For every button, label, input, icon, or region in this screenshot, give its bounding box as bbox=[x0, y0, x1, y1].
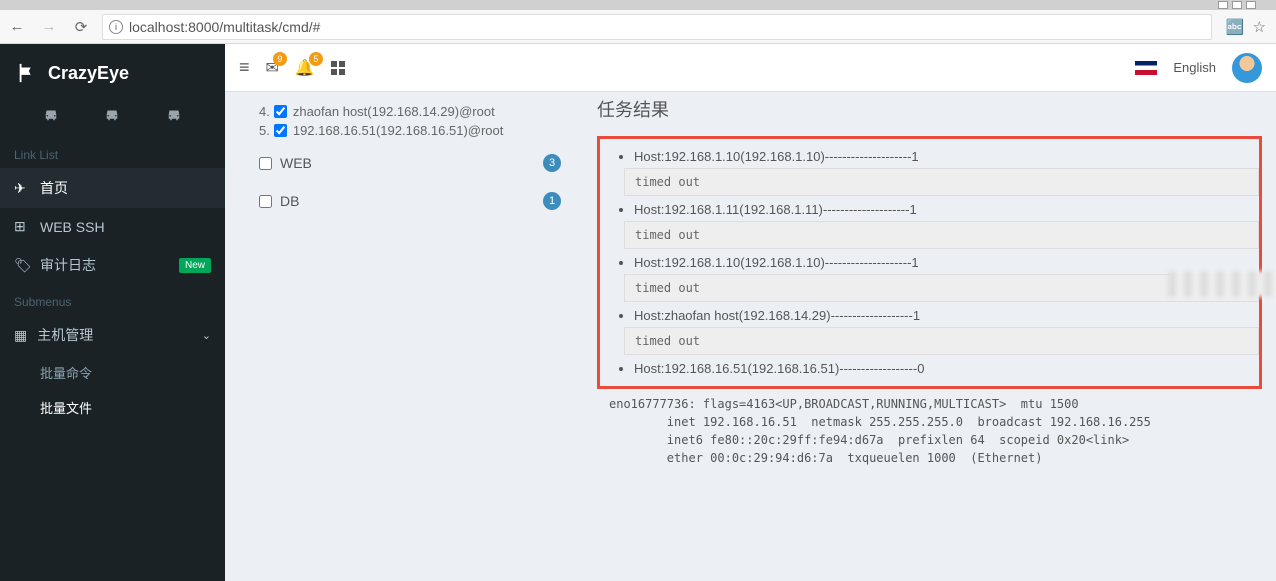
car-icon[interactable] bbox=[101, 106, 123, 124]
url-input[interactable]: i localhost:8000/multitask/cmd/# bbox=[102, 14, 1212, 40]
car-icon[interactable] bbox=[40, 106, 62, 124]
nav-home-label: 首页 bbox=[40, 178, 68, 198]
new-badge: New bbox=[179, 258, 211, 273]
sidebar: CrazyEye Link List ✈ 首页 ⊞ WEB SSH 🏷 审计日志… bbox=[0, 44, 225, 581]
plane-icon: ✈ bbox=[14, 180, 30, 197]
menu-toggle-icon[interactable]: ≡ bbox=[239, 57, 250, 78]
row-num: 5. bbox=[259, 123, 270, 138]
group-checkbox[interactable] bbox=[259, 195, 272, 208]
forward-button: → bbox=[38, 16, 60, 38]
nav-audit-label: 审计日志 bbox=[40, 255, 96, 275]
result-item: Host:192.168.1.10(192.168.1.10)---------… bbox=[634, 149, 1251, 196]
host-row-5: 5. 192.168.16.51(192.168.16.51)@root bbox=[247, 121, 567, 140]
host-text: 192.168.16.51(192.168.16.51)@root bbox=[293, 123, 504, 138]
brand-text: CrazyEye bbox=[48, 63, 129, 84]
max-icon[interactable] bbox=[1232, 1, 1242, 9]
redacted-region bbox=[1168, 271, 1276, 297]
flag-icon bbox=[16, 62, 38, 84]
main: ≡ ✉9 🔔5 English 4. zhaofan host(192.168.… bbox=[225, 44, 1276, 581]
window-controls bbox=[0, 0, 1276, 10]
host-row-4: 4. zhaofan host(192.168.14.29)@root bbox=[247, 102, 567, 121]
host-checkbox[interactable] bbox=[274, 124, 287, 137]
min-icon[interactable] bbox=[1218, 1, 1228, 9]
result-item: Host:192.168.16.51(192.168.16.51)-------… bbox=[634, 361, 1251, 376]
mail-badge: 9 bbox=[273, 52, 287, 66]
close-win-icon[interactable] bbox=[1246, 1, 1256, 9]
nav-webssh-label: WEB SSH bbox=[40, 219, 105, 235]
nav-hostmgmt[interactable]: ▦ 主机管理 ⌄ bbox=[0, 315, 225, 355]
group-db[interactable]: DB 1 bbox=[247, 178, 567, 216]
apps-icon[interactable] bbox=[331, 61, 345, 75]
result-item: Host:zhaofan host(192.168.14.29)--------… bbox=[634, 308, 1251, 355]
topbar: ≡ ✉9 🔔5 English bbox=[225, 44, 1276, 92]
tag-icon: 🏷 bbox=[14, 257, 30, 274]
nav-audit[interactable]: 🏷 审计日志 New bbox=[0, 245, 225, 285]
group-label: DB bbox=[280, 193, 299, 209]
result-header: Host:192.168.16.51(192.168.16.51)-------… bbox=[634, 361, 1251, 376]
quick-icons bbox=[0, 98, 225, 138]
bell-icon[interactable]: 🔔5 bbox=[295, 58, 315, 78]
translate-icon[interactable]: 🔤 bbox=[1226, 18, 1245, 36]
nav-home[interactable]: ✈ 首页 bbox=[0, 168, 225, 208]
star-icon[interactable]: ☆ bbox=[1253, 18, 1266, 36]
group-count: 1 bbox=[543, 192, 561, 210]
host-checkbox[interactable] bbox=[274, 105, 287, 118]
result-output: timed out bbox=[624, 168, 1259, 196]
host-panel: 4. zhaofan host(192.168.14.29)@root 5. 1… bbox=[247, 92, 567, 581]
nav-hostmgmt-label: 主机管理 bbox=[37, 325, 93, 345]
nav-webssh[interactable]: ⊞ WEB SSH bbox=[0, 208, 225, 245]
result-output: timed out bbox=[624, 221, 1259, 249]
bell-badge: 5 bbox=[309, 52, 323, 66]
host-text: zhaofan host(192.168.14.29)@root bbox=[293, 104, 495, 119]
mail-icon[interactable]: ✉9 bbox=[266, 58, 279, 78]
network-output: eno16777736: flags=4163<UP,BROADCAST,RUN… bbox=[597, 395, 1262, 467]
result-output: timed out bbox=[624, 274, 1259, 302]
result-header: Host:zhaofan host(192.168.14.29)--------… bbox=[634, 308, 1251, 323]
section-linklist: Link List bbox=[0, 138, 225, 168]
group-checkbox[interactable] bbox=[259, 157, 272, 170]
result-header: Host:192.168.1.10(192.168.1.10)---------… bbox=[634, 255, 1251, 270]
reload-button[interactable]: ⟳ bbox=[70, 16, 92, 38]
dashboard-icon: ⊞ bbox=[14, 218, 30, 235]
row-num: 4. bbox=[259, 104, 270, 119]
group-web[interactable]: WEB 3 bbox=[247, 140, 567, 178]
results-highlight-box: Host:192.168.1.10(192.168.1.10)---------… bbox=[597, 136, 1262, 389]
group-label: WEB bbox=[280, 155, 312, 171]
results-panel: 任务结果 Host:192.168.1.10(192.168.1.10)----… bbox=[597, 92, 1262, 581]
site-info-icon[interactable]: i bbox=[109, 20, 123, 34]
group-count: 3 bbox=[543, 154, 561, 172]
result-header: Host:192.168.1.10(192.168.1.10)---------… bbox=[634, 149, 1251, 164]
chevron-down-icon: ⌄ bbox=[202, 329, 211, 342]
car-icon[interactable] bbox=[163, 106, 185, 124]
flag-uk-icon[interactable] bbox=[1135, 61, 1157, 75]
results-title: 任务结果 bbox=[597, 96, 1262, 122]
avatar[interactable] bbox=[1232, 53, 1262, 83]
grid-icon: ▦ bbox=[14, 327, 27, 344]
back-button[interactable]: ← bbox=[6, 16, 28, 38]
result-header: Host:192.168.1.11(192.168.1.11)---------… bbox=[634, 202, 1251, 217]
language-label[interactable]: English bbox=[1173, 60, 1216, 75]
section-submenus: Submenus bbox=[0, 285, 225, 315]
result-item: Host:192.168.1.10(192.168.1.10)---------… bbox=[634, 255, 1251, 302]
nav-batchcmd[interactable]: 批量命令 bbox=[0, 355, 225, 390]
result-item: Host:192.168.1.11(192.168.1.11)---------… bbox=[634, 202, 1251, 249]
url-text: localhost:8000/multitask/cmd/# bbox=[129, 19, 320, 35]
brand[interactable]: CrazyEye bbox=[0, 56, 225, 98]
result-output: timed out bbox=[624, 327, 1259, 355]
address-bar: ← → ⟳ i localhost:8000/multitask/cmd/# 🔤… bbox=[0, 10, 1276, 44]
nav-batchfile[interactable]: 批量文件 bbox=[0, 390, 225, 425]
